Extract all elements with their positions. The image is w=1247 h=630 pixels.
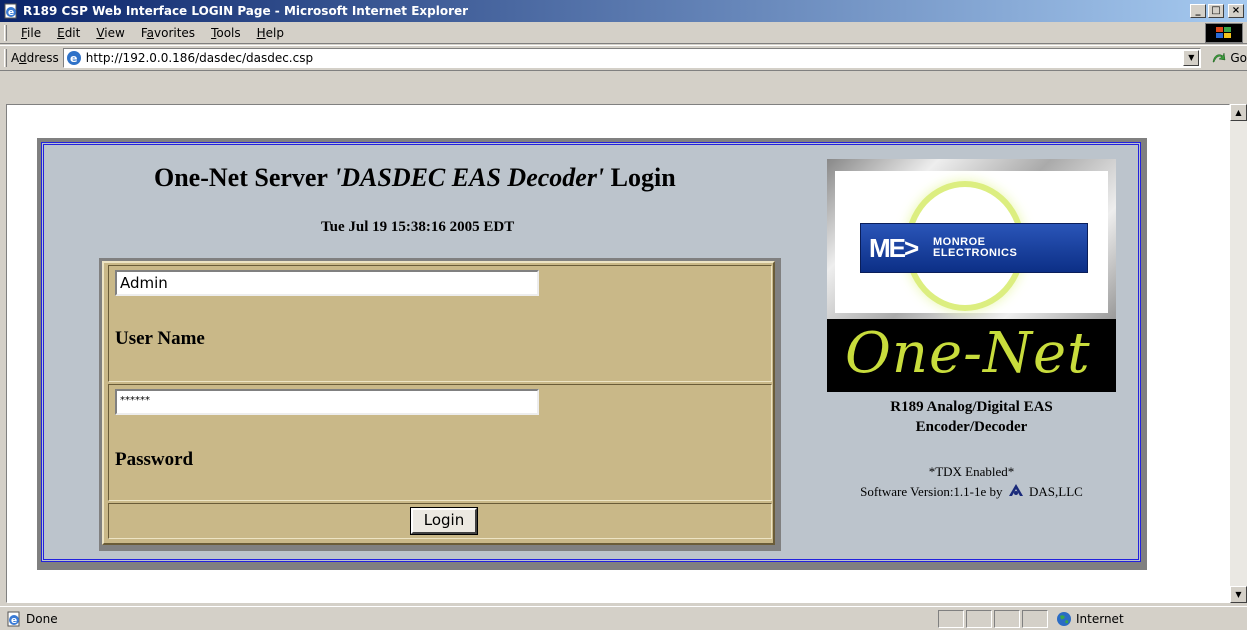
ie-page-icon: e <box>4 3 17 19</box>
electronics-word: ELECTRONICS <box>933 247 1018 259</box>
login-button[interactable]: Login <box>410 507 478 535</box>
scroll-down-icon[interactable]: ▼ <box>1230 586 1247 603</box>
status-cell <box>966 609 992 628</box>
page-viewport: One-Net Server 'DASDEC EAS Decoder' Logi… <box>6 104 1230 603</box>
username-row: Admin User Name <box>108 265 772 382</box>
login-panel-shadow: One-Net Server 'DASDEC EAS Decoder' Logi… <box>37 138 1147 570</box>
ie-page-icon: e <box>66 51 81 65</box>
status-cell <box>994 609 1020 628</box>
toolbar-grip[interactable] <box>4 24 7 41</box>
minimize-button[interactable]: _ <box>1190 4 1206 18</box>
server-datetime: Tue Jul 19 15:38:16 2005 EDT <box>321 219 515 235</box>
globe-icon <box>1057 611 1071 626</box>
username-input[interactable]: Admin <box>115 270 539 296</box>
product-name: R189 Analog/Digital EAS Encoder/Decoder <box>890 399 1053 435</box>
scroll-up-icon[interactable]: ▲ <box>1230 104 1247 121</box>
menu-bar: File Edit View Favorites Tools Help <box>0 22 1247 44</box>
login-form-shadow: Admin User Name ****** Password Login <box>99 258 781 551</box>
ie-page-icon: e <box>7 611 20 626</box>
one-net-wordmark-bg: One-Net <box>827 319 1116 392</box>
tdx-status: *TDX Enabled* <box>928 464 1015 479</box>
login-form: Admin User Name ****** Password Login <box>102 261 775 545</box>
address-field[interactable]: e http://192.0.0.186/dasdec/dasdec.csp ▼ <box>62 48 1202 68</box>
address-bar: Address e http://192.0.0.186/dasdec/dasd… <box>0 45 1247 71</box>
maximize-button[interactable]: □ <box>1208 4 1224 18</box>
username-label: User Name <box>115 328 205 349</box>
menu-help[interactable]: Help <box>249 26 292 40</box>
login-panel: One-Net Server 'DASDEC EAS Decoder' Logi… <box>41 142 1141 562</box>
content-margin <box>0 72 1247 104</box>
menu-file[interactable]: File <box>13 26 49 40</box>
monroe-electronics-logo: ME> MONROE ELECTRONICS <box>860 223 1088 273</box>
password-row: ****** Password <box>108 384 772 501</box>
status-cell <box>1022 609 1048 628</box>
one-net-logo: ME> MONROE ELECTRONICS One-Net <box>827 159 1116 392</box>
window-title: R189 CSP Web Interface LOGIN Page - Micr… <box>23 4 469 18</box>
close-button[interactable]: × <box>1228 4 1244 18</box>
menu-view[interactable]: View <box>88 26 132 40</box>
me-mark: ME> <box>869 233 919 263</box>
go-label: Go <box>1230 51 1247 65</box>
password-input[interactable]: ****** <box>115 389 539 415</box>
address-url: http://192.0.0.186/dasdec/dasdec.csp <box>85 51 314 65</box>
das-logo-icon <box>1008 484 1023 496</box>
page-title: One-Net Server 'DASDEC EAS Decoder' Logi… <box>154 163 676 192</box>
login-button-row: Login <box>108 503 772 539</box>
address-label: Address <box>10 51 59 65</box>
monroe-logo-frame: ME> MONROE ELECTRONICS <box>827 159 1116 319</box>
one-net-wordmark: One-Net <box>845 321 1091 386</box>
menu-edit[interactable]: Edit <box>49 26 88 40</box>
window-title-bar[interactable]: e R189 CSP Web Interface LOGIN Page - Mi… <box>0 0 1247 22</box>
status-cell <box>938 609 964 628</box>
toolbar-grip[interactable] <box>4 49 7 67</box>
svg-text:e: e <box>8 8 14 18</box>
svg-text:e: e <box>11 616 17 626</box>
vertical-scrollbar[interactable]: ▲ ▼ <box>1230 104 1247 603</box>
menu-tools[interactable]: Tools <box>203 26 249 40</box>
password-label: Password <box>115 449 194 470</box>
software-version: Software Version:1.1-1e by DAS,LLC <box>860 484 1083 499</box>
status-text: Done <box>26 611 58 626</box>
security-zone: Internet <box>1048 611 1168 627</box>
svg-text:e: e <box>70 52 77 65</box>
windows-logo-icon <box>1205 23 1243 43</box>
chevron-down-icon[interactable]: ▼ <box>1183 50 1200 66</box>
go-button[interactable]: Go <box>1211 50 1247 66</box>
zone-label: Internet <box>1076 611 1124 626</box>
status-bar: e Done Internet <box>0 606 1247 630</box>
go-arrow-icon <box>1213 52 1226 63</box>
menu-favorites[interactable]: Favorites <box>133 26 203 40</box>
